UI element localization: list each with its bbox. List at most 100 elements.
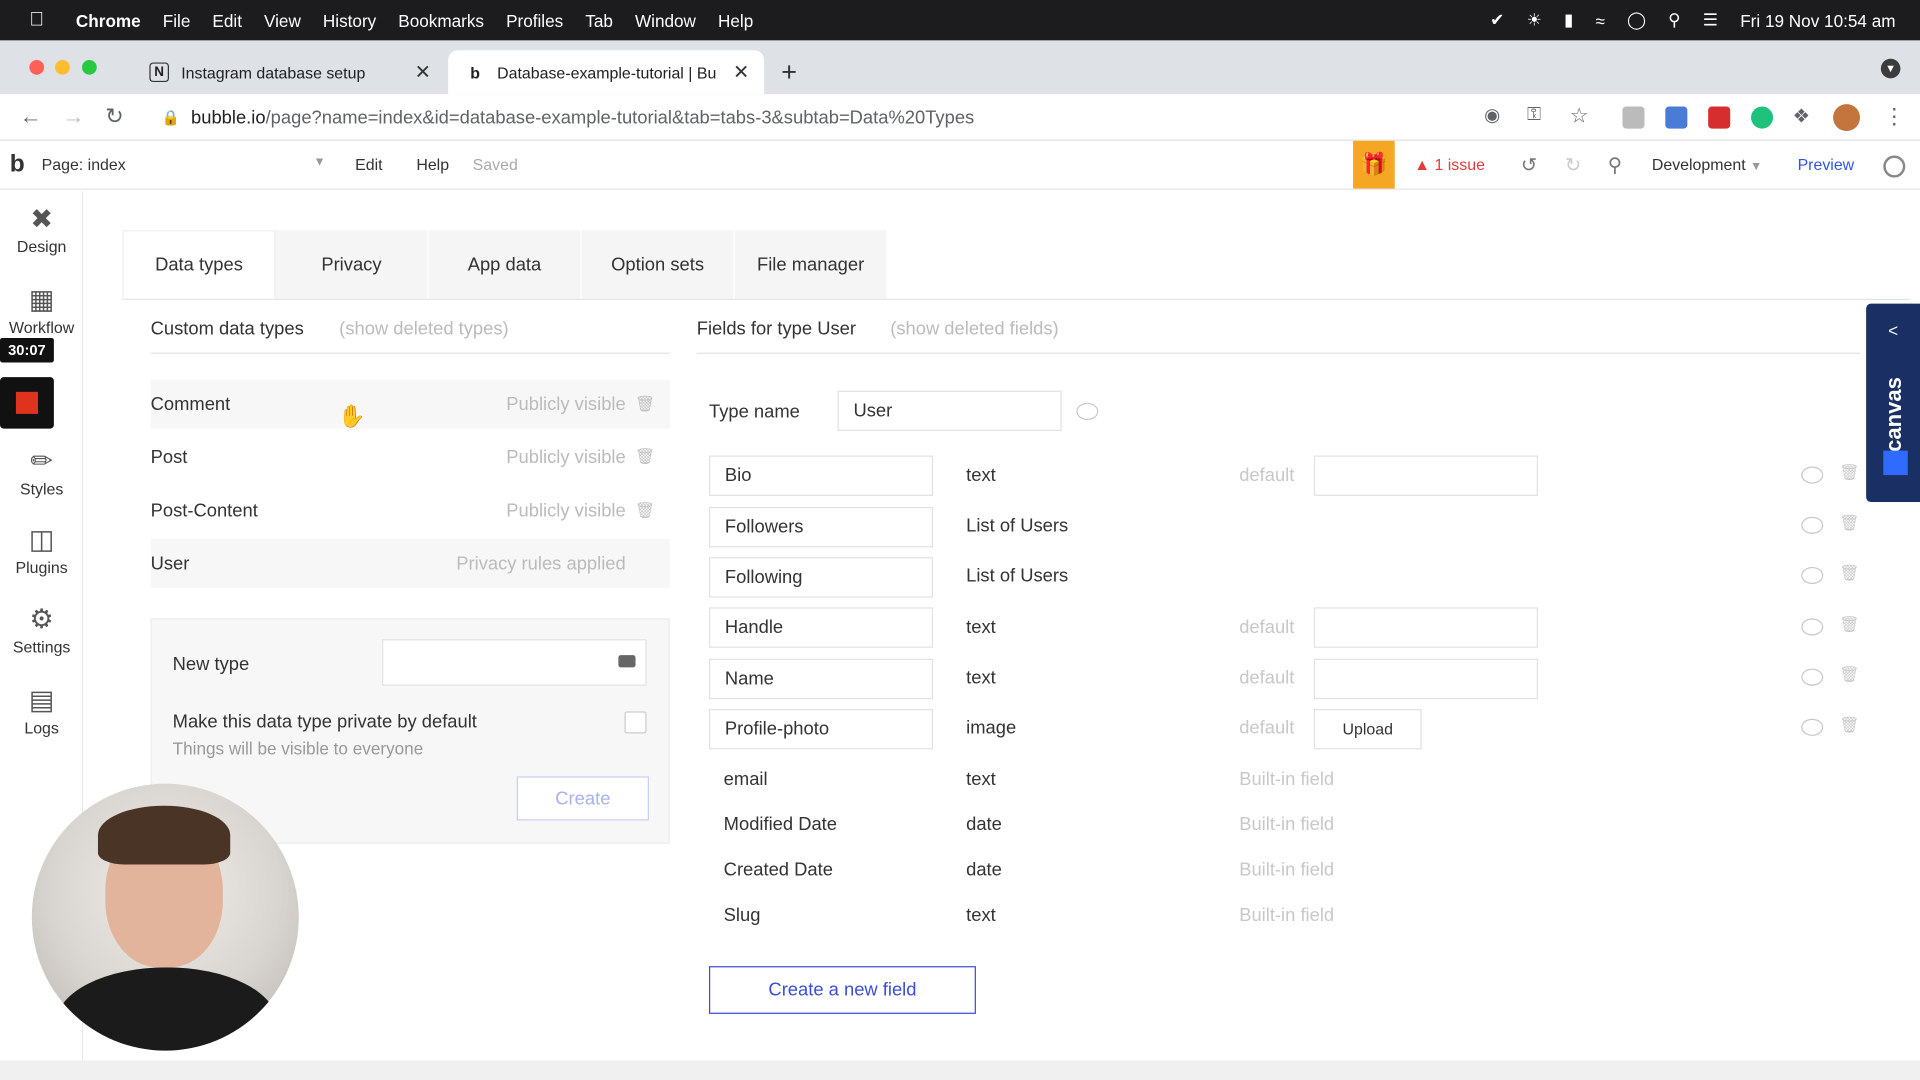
help-menu[interactable]: Help <box>416 156 449 174</box>
status-check-icon[interactable]: ✔ <box>1490 10 1504 31</box>
data-type-row-post-content[interactable]: Post-Content Publicly visible 🗑 <box>151 486 670 535</box>
stop-recording-button[interactable] <box>0 377 54 429</box>
account-icon[interactable] <box>1883 155 1906 178</box>
private-default-checkbox[interactable] <box>624 711 647 734</box>
key-icon[interactable]: ⚿ <box>1527 104 1541 125</box>
user-icon[interactable]: ◯ <box>1627 10 1646 31</box>
field-default-input[interactable] <box>1313 658 1538 700</box>
tab-privacy[interactable]: Privacy <box>275 230 429 299</box>
extension-icon[interactable] <box>1622 106 1645 129</box>
menu-tab[interactable]: Tab <box>585 10 613 30</box>
close-tab-icon[interactable]: ✕ <box>733 60 749 84</box>
edit-menu[interactable]: Edit <box>355 156 382 174</box>
show-deleted-fields-link[interactable]: (show deleted fields) <box>890 318 1058 339</box>
issues-indicator[interactable]: ▲ 1 issue <box>1414 156 1485 174</box>
comment-icon[interactable] <box>1801 466 1824 484</box>
create-new-field-button[interactable]: Create a new field <box>708 966 976 1014</box>
nav-plugins[interactable]: ◫ Plugins <box>0 524 83 577</box>
extensions-puzzle-icon[interactable]: ❖ <box>1793 104 1811 128</box>
reload-icon[interactable]: ↻ <box>105 104 123 130</box>
nav-design[interactable]: ✖ Design <box>0 203 83 256</box>
location-icon[interactable]: ◉ <box>1484 104 1500 126</box>
data-type-row-user[interactable]: User Privacy rules applied <box>150 538 670 588</box>
trash-icon[interactable]: 🗑 <box>1839 463 1859 483</box>
nav-logs[interactable]: ▤ Logs <box>0 684 83 737</box>
trash-icon[interactable]: 🗑 <box>1839 615 1859 635</box>
canvas-side-tab[interactable]: < canvas <box>1866 303 1920 503</box>
extension-red-icon[interactable] <box>1708 106 1731 129</box>
trash-icon[interactable]: 🗑 <box>635 501 655 521</box>
close-tab-icon[interactable]: ✕ <box>415 60 431 84</box>
tab-app-data[interactable]: App data <box>428 230 582 299</box>
control-center-icon[interactable]: ☰ <box>1703 10 1718 31</box>
chrome-menu-icon[interactable]: ⋮ <box>1883 104 1905 130</box>
comment-icon[interactable] <box>1801 516 1824 534</box>
grammarly-icon[interactable] <box>1751 106 1774 129</box>
comment-icon[interactable] <box>1076 402 1099 421</box>
field-type[interactable]: List of Users <box>966 566 1068 587</box>
address-bar[interactable]: 🔒 bubble.io/page?name=index&id=database-… <box>144 99 1614 136</box>
bookmark-star-icon[interactable]: ☆ <box>1570 104 1589 128</box>
trash-icon[interactable]: 🗑 <box>635 447 655 467</box>
preview-button[interactable]: Preview <box>1798 156 1855 174</box>
bubble-logo-icon[interactable]: b <box>10 151 25 179</box>
create-type-button[interactable]: Create <box>516 776 649 821</box>
lock-icon[interactable]: 🔒 <box>162 109 180 126</box>
data-type-row-comment[interactable]: Comment Publicly visible 🗑 <box>150 379 670 429</box>
field-name-input[interactable]: Handle <box>708 607 934 648</box>
close-window-button[interactable] <box>29 60 45 75</box>
tab-search-icon[interactable]: ▼ <box>1880 58 1901 79</box>
chevron-down-icon[interactable]: ▼ <box>313 156 325 169</box>
nav-styles[interactable]: ✏ Styles <box>0 446 83 499</box>
apple-icon[interactable]:  <box>29 9 56 31</box>
field-name-input[interactable]: Followers <box>708 506 934 548</box>
tab-data-types[interactable]: Data types <box>122 230 276 299</box>
zoom-window-button[interactable] <box>82 60 97 75</box>
trash-icon[interactable]: 🗑 <box>1839 563 1859 583</box>
battery-icon[interactable]: ▮ <box>1564 10 1573 31</box>
search-icon[interactable]: ⚲ <box>1608 153 1622 177</box>
upload-button[interactable]: Upload <box>1313 708 1422 750</box>
redo-icon[interactable]: ↻ <box>1565 153 1581 177</box>
comment-icon[interactable] <box>1801 566 1824 585</box>
trash-icon[interactable]: 🗑 <box>1839 513 1859 533</box>
trash-icon[interactable]: 🗑 <box>1839 665 1859 685</box>
data-type-row-post[interactable]: Post Publicly visible 🗑 <box>151 432 670 481</box>
tab-option-sets[interactable]: Option sets <box>581 230 735 299</box>
nav-workflow[interactable]: ▦ Workflow <box>0 284 83 337</box>
show-deleted-types-link[interactable]: (show deleted types) <box>339 318 508 339</box>
comment-icon[interactable] <box>1801 718 1824 736</box>
browser-tab-bubble[interactable]: b Database-example-tutorial | Bu ✕ <box>448 50 765 95</box>
field-name-input[interactable]: Following <box>708 557 934 598</box>
field-type[interactable]: List of Users <box>966 516 1068 537</box>
menu-bookmarks[interactable]: Bookmarks <box>398 10 484 30</box>
menu-app-name[interactable]: Chrome <box>76 10 141 30</box>
minimize-window-button[interactable] <box>55 60 70 75</box>
menu-window[interactable]: Window <box>635 10 696 30</box>
profile-avatar-icon[interactable] <box>1833 104 1861 132</box>
extension-code-icon[interactable] <box>1665 106 1688 129</box>
field-name-input[interactable]: Bio <box>708 455 934 496</box>
new-type-input[interactable] <box>382 639 647 686</box>
field-name-input[interactable]: Profile-photo <box>708 708 934 750</box>
menu-edit[interactable]: Edit <box>212 10 242 30</box>
back-icon[interactable]: ← <box>20 104 42 130</box>
trash-icon[interactable]: 🗑 <box>1839 715 1859 735</box>
tab-file-manager[interactable]: File manager <box>734 230 888 299</box>
nav-settings[interactable]: ⚙ Settings <box>0 604 83 657</box>
new-tab-icon[interactable]: + <box>781 56 797 88</box>
trash-icon[interactable]: 🗑 <box>635 394 655 414</box>
field-type[interactable]: image <box>966 718 1016 739</box>
forward-icon[interactable]: → <box>62 104 84 130</box>
wifi-icon[interactable]: ≈ <box>1595 10 1604 30</box>
comment-icon[interactable] <box>1801 618 1824 636</box>
menu-history[interactable]: History <box>323 10 376 30</box>
type-name-input[interactable]: User <box>837 390 1062 432</box>
field-type[interactable]: text <box>966 617 996 638</box>
environment-selector[interactable]: Development ▼ <box>1652 156 1762 174</box>
field-type[interactable]: text <box>966 667 996 688</box>
menu-file[interactable]: File <box>163 10 191 30</box>
undo-icon[interactable]: ↺ <box>1521 153 1537 177</box>
browser-tab-instagram[interactable]: N Instagram database setup ✕ <box>132 50 445 94</box>
field-name-input[interactable]: Name <box>708 658 934 700</box>
